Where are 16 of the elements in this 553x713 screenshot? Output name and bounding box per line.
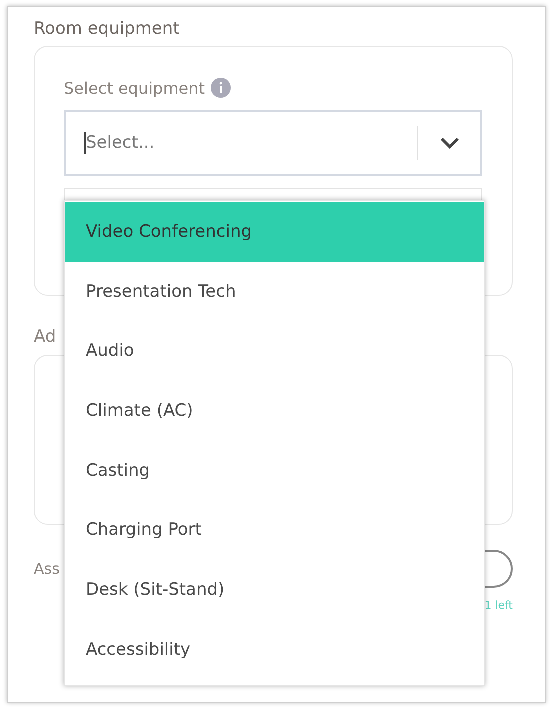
dropdown-option[interactable]: Presentation Tech	[65, 262, 484, 322]
select-field[interactable]: Select...	[64, 110, 482, 176]
dropdown-option[interactable]: Climate (AC)	[65, 381, 484, 441]
dropdown-option[interactable]: Video Conferencing	[65, 202, 484, 262]
dropdown-option[interactable]: Audio	[65, 321, 484, 382]
section-title: Ad	[34, 327, 56, 347]
dropdown-option[interactable]: Desk (Sit-Stand)	[65, 560, 484, 620]
select-placeholder: Select...	[86, 133, 156, 153]
chevron-down-icon[interactable]	[440, 137, 460, 149]
character-counter: 1 left	[484, 599, 513, 612]
dropdown-option[interactable]: Casting	[65, 440, 484, 500]
field-label: Select equipment	[64, 78, 206, 98]
section-title: Room equipment	[34, 19, 180, 39]
dropdown-option[interactable]: Charging Port	[65, 500, 484, 560]
field-label: Ass	[34, 560, 61, 578]
dropdown-option[interactable]: Accessibility	[65, 620, 484, 680]
